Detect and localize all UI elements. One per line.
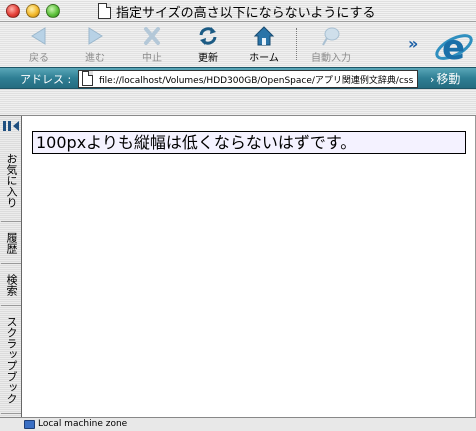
ie-logo-icon: e — [435, 28, 473, 67]
document-icon — [98, 3, 111, 19]
security-zone-text: Local machine zone — [38, 419, 128, 429]
go-button[interactable]: › 移動 — [430, 70, 460, 87]
forward-arrow-icon — [88, 27, 103, 45]
toolbar-band — [0, 90, 476, 116]
refresh-icon — [199, 27, 217, 45]
zoom-button[interactable] — [46, 4, 60, 18]
forward-label: 進む — [85, 53, 105, 64]
home-button[interactable]: ホーム — [239, 25, 289, 65]
sidebar-tab-scrapbook[interactable]: スクラップブック — [1, 306, 21, 414]
forward-button[interactable]: 進む — [70, 25, 120, 65]
sidebar-tab-search[interactable]: 検索 — [1, 264, 21, 306]
svg-text:e: e — [442, 28, 465, 67]
toolbar-separator — [296, 28, 297, 60]
sidebar-toggle-icon[interactable] — [2, 120, 20, 132]
window-title: 指定サイズの高さ以下にならないようにする — [116, 5, 376, 21]
stop-x-icon — [144, 27, 160, 45]
minimize-button[interactable] — [26, 4, 40, 18]
close-button[interactable] — [6, 4, 20, 18]
page-icon — [82, 71, 93, 86]
refresh-button[interactable]: 更新 — [183, 25, 233, 65]
computer-zone-icon — [24, 420, 35, 429]
stop-button[interactable]: 中止 — [127, 25, 177, 65]
status-bar: Local machine zone — [0, 417, 476, 431]
refresh-label: 更新 — [198, 53, 218, 64]
page-content: 100pxよりも縦幅は低くならないはずです。 — [22, 116, 476, 417]
window-title-group: 指定サイズの高さ以下にならないようにする — [98, 2, 376, 21]
sidebar-tab-favorites[interactable]: お気に入り — [1, 140, 21, 222]
home-icon — [253, 26, 275, 46]
autofill-pen-icon — [322, 27, 340, 46]
explorer-sidebar: お気に入り 履歴 検索 スクラップブック — [0, 116, 22, 417]
go-label: 移動 — [436, 72, 461, 86]
back-button[interactable]: 戻る — [14, 25, 64, 65]
window-titlebar: 指定サイズの高さ以下にならないようにする — [0, 0, 476, 22]
stop-label: 中止 — [142, 53, 162, 64]
min-height-demo-box: 100pxよりも縦幅は低くならないはずです。 — [32, 131, 466, 154]
home-label: ホーム — [249, 53, 279, 64]
back-arrow-icon — [31, 27, 46, 45]
toolbar-more-chevron[interactable]: » — [408, 34, 418, 53]
autofill-label: 自動入力 — [311, 53, 351, 64]
back-label: 戻る — [29, 53, 49, 64]
toolbar: 戻る 進む 中止 更新 ホーム 自動入力 » e — [0, 22, 476, 67]
go-arrow-icon: › — [430, 73, 435, 86]
autofill-button[interactable]: 自動入力 — [306, 25, 356, 65]
address-label: アドレス : — [20, 73, 72, 86]
address-input[interactable]: file://localhost/Volumes/HDD300GB/OpenSp… — [78, 70, 418, 88]
address-bar: アドレス : file://localhost/Volumes/HDD300GB… — [0, 67, 476, 89]
sidebar-tab-history[interactable]: 履歴 — [1, 222, 21, 264]
address-url[interactable]: file://localhost/Volumes/HDD300GB/OpenSp… — [99, 73, 413, 86]
